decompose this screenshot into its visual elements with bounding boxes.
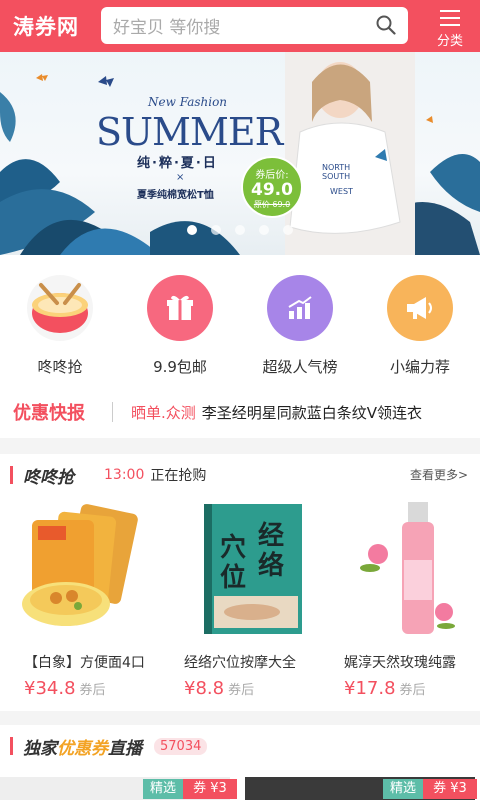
carousel-dot[interactable] bbox=[259, 225, 269, 235]
gift-icon bbox=[147, 275, 213, 341]
coupon-count-badge: 57034 bbox=[154, 737, 208, 755]
search-icon[interactable] bbox=[376, 15, 396, 35]
svg-text:位: 位 bbox=[220, 562, 246, 593]
quick-link-label: 9.9包邮 bbox=[153, 358, 207, 376]
quick-link-popular[interactable]: 超级人气榜 bbox=[240, 275, 360, 377]
banner-new-fashion: New Fashion bbox=[148, 95, 228, 109]
quick-link-editor-pick[interactable]: 小编力荐 bbox=[360, 275, 480, 377]
price-after-coupon: 券后 bbox=[399, 683, 426, 698]
quick-link-label: 小编力荐 bbox=[389, 358, 450, 376]
flash-sale-header: 咚咚抢 13:00 正在抢购 查看更多> bbox=[0, 454, 480, 496]
news-divider bbox=[112, 402, 113, 422]
coupon-card[interactable]: 精选 券 ¥3 bbox=[245, 777, 477, 800]
product-name: 娓淳天然玫瑰纯露 bbox=[344, 655, 456, 671]
coupon-tag: 券 ¥3 bbox=[423, 779, 477, 799]
banner-description: 夏季纯棉宽松T恤 bbox=[137, 190, 214, 201]
banner-subtitle: 纯·粹·夏·日 bbox=[137, 156, 218, 171]
svg-text:WEST: WEST bbox=[330, 187, 353, 196]
section-accent-bar bbox=[10, 737, 13, 755]
quick-link-label: 超级人气榜 bbox=[262, 358, 338, 376]
badge-label: 券后价: bbox=[255, 170, 289, 181]
news-headline[interactable]: 李圣经明星同款蓝白条纹V领连衣 bbox=[202, 402, 422, 423]
coupon-live-title: 独家优惠券直播 bbox=[23, 734, 142, 759]
quick-links-panel: 咚咚抢 9.9包邮 超级人气榜 小编力荐 优惠快报 晒单.众测 李圣经明星同款蓝… bbox=[0, 255, 480, 438]
megaphone-icon bbox=[387, 275, 453, 341]
price-value: ¥34.8 bbox=[24, 678, 76, 699]
coupon-tag: 券 ¥3 bbox=[183, 779, 237, 799]
news-title: 优惠快报 bbox=[13, 403, 85, 424]
menu-icon bbox=[440, 10, 460, 26]
banner-separator: × bbox=[176, 172, 185, 183]
product-name: 【白象】方便面4口 bbox=[24, 655, 145, 671]
svg-text:穴: 穴 bbox=[220, 533, 246, 563]
carousel-dot[interactable] bbox=[187, 225, 197, 235]
see-more-link[interactable]: 查看更多> bbox=[410, 466, 468, 483]
quick-link-label: 咚咚抢 bbox=[37, 358, 83, 376]
flash-sale-section: 咚咚抢 13:00 正在抢购 查看更多> 【白象】方便面4口 ¥34.8 券后 穴… bbox=[0, 454, 480, 711]
flash-sale-time: 13:00 bbox=[104, 467, 145, 483]
banner-headline: SUMMER bbox=[96, 110, 283, 154]
svg-text:SOUTH: SOUTH bbox=[322, 172, 350, 181]
badge-original-price: 原价 69.0 bbox=[253, 200, 291, 209]
chart-rise-icon bbox=[267, 275, 333, 341]
search-input[interactable]: 好宝贝 等你搜 bbox=[101, 7, 408, 44]
coupon-live-section: 独家优惠券直播 57034 精选 券 ¥3 精选 券 ¥3 bbox=[0, 725, 480, 800]
title-suffix: 直播 bbox=[108, 738, 142, 759]
svg-text:络: 络 bbox=[258, 550, 284, 581]
quick-link-free-shipping[interactable]: 9.9包邮 bbox=[120, 275, 240, 377]
flash-sale-status: 正在抢购 bbox=[150, 468, 207, 484]
carousel-dot[interactable] bbox=[235, 225, 245, 235]
title-prefix: 独家 bbox=[23, 738, 57, 759]
product-price: ¥34.8 券后 bbox=[24, 678, 106, 699]
title-highlight: 优惠券 bbox=[57, 738, 108, 759]
search-placeholder: 好宝贝 等你搜 bbox=[113, 18, 221, 38]
drum-icon bbox=[27, 275, 93, 341]
product-price: ¥17.8 券后 bbox=[344, 678, 426, 699]
product-name: 经络穴位按摩大全 bbox=[184, 655, 296, 671]
product-card[interactable]: 娓淳天然玫瑰纯露 ¥17.8 券后 bbox=[320, 496, 480, 706]
news-tag: 晒单.众测 bbox=[131, 403, 196, 422]
promo-banner[interactable]: NORTH SOUTH WEST New Fashion SUMMER 纯·粹·… bbox=[0, 52, 480, 255]
coupon-live-header: 独家优惠券直播 57034 bbox=[0, 725, 480, 767]
logo[interactable]: 涛券网 bbox=[0, 11, 98, 41]
section-accent-bar bbox=[10, 466, 13, 484]
svg-text:经: 经 bbox=[258, 520, 284, 551]
price-value: ¥17.8 bbox=[344, 678, 396, 699]
quick-link-dongdong[interactable]: 咚咚抢 bbox=[0, 275, 120, 377]
featured-tag: 精选 bbox=[143, 779, 183, 799]
price-value: ¥8.8 bbox=[184, 678, 225, 699]
price-after-coupon: 券后 bbox=[228, 683, 255, 698]
category-button[interactable]: 分类 bbox=[420, 0, 480, 52]
price-after-coupon: 券后 bbox=[79, 683, 106, 698]
product-card[interactable]: 【白象】方便面4口 ¥34.8 券后 bbox=[0, 496, 160, 706]
product-image-book: 穴 位 经 络 bbox=[204, 504, 302, 634]
carousel-dot[interactable] bbox=[283, 225, 293, 235]
product-image-rose-water bbox=[360, 502, 455, 634]
coupon-card[interactable]: 精选 券 ¥3 bbox=[0, 777, 237, 800]
product-image-noodles bbox=[22, 504, 138, 626]
price-badge: 券后价: 49.0 原价 69.0 bbox=[241, 156, 303, 218]
category-label: 分类 bbox=[436, 34, 463, 49]
product-price: ¥8.8 券后 bbox=[184, 678, 254, 699]
product-card[interactable]: 穴 位 经 络 经络穴位按摩大全 ¥8.8 券后 bbox=[160, 496, 320, 706]
badge-price: 49.0 bbox=[251, 180, 293, 200]
carousel-dot[interactable] bbox=[211, 225, 221, 235]
flash-sale-title: 咚咚抢 bbox=[23, 467, 74, 488]
svg-text:NORTH: NORTH bbox=[322, 163, 350, 172]
news-ticker[interactable]: 优惠快报 晒单.众测 李圣经明星同款蓝白条纹V领连衣 bbox=[0, 394, 480, 430]
carousel-dots bbox=[187, 225, 293, 235]
top-header: 涛券网 好宝贝 等你搜 分类 bbox=[0, 0, 480, 52]
featured-tag: 精选 bbox=[383, 779, 423, 799]
